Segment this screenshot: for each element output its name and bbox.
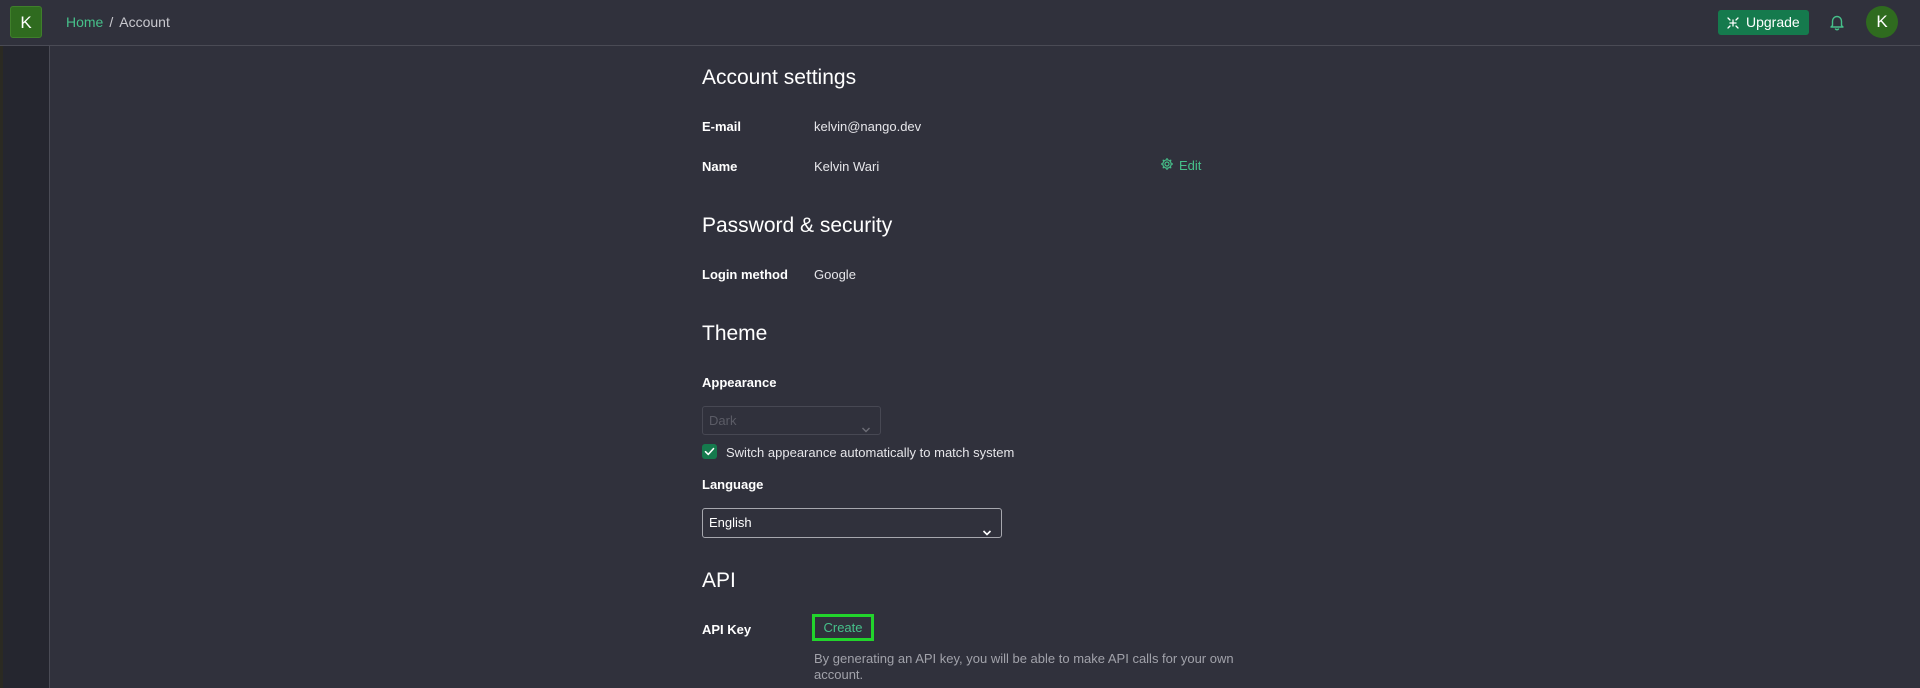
theme-heading: Theme xyxy=(702,322,768,345)
api-key-label: API Key xyxy=(702,622,752,637)
breadcrumb-current: Account xyxy=(119,14,170,30)
language-select-value: English xyxy=(709,515,752,530)
login-method-label: Login method xyxy=(702,267,788,282)
api-heading: API xyxy=(702,569,736,592)
create-api-key-button[interactable]: Create xyxy=(812,614,874,641)
login-method-value: Google xyxy=(814,267,856,282)
appearance-label: Appearance xyxy=(702,375,777,390)
appearance-select-value: Dark xyxy=(709,413,737,428)
language-label: Language xyxy=(702,477,764,492)
email-label: E-mail xyxy=(702,119,742,134)
breadcrumb: Home / Account xyxy=(66,14,170,30)
breadcrumb-separator: / xyxy=(109,14,114,30)
upgrade-label: Upgrade xyxy=(1746,14,1800,30)
auto-appearance-label[interactable]: Switch appearance automatically to match… xyxy=(726,445,1014,460)
chevron-down-icon xyxy=(982,519,992,547)
workspace-logo[interactable]: K xyxy=(10,6,42,38)
password-security-heading: Password & security xyxy=(702,214,893,237)
sparkle-icon xyxy=(1726,16,1740,30)
chevron-down-icon xyxy=(861,416,871,443)
gear-icon xyxy=(1160,157,1174,174)
email-value: kelvin@nango.dev xyxy=(814,119,922,134)
sidebar xyxy=(0,0,50,688)
upgrade-button[interactable]: Upgrade xyxy=(1718,10,1809,35)
bell-icon[interactable] xyxy=(1828,13,1846,31)
language-select[interactable]: English xyxy=(702,508,1002,538)
edit-name-button[interactable]: Edit xyxy=(1160,157,1201,174)
account-settings-heading: Account settings xyxy=(702,66,857,89)
api-key-help-text: By generating an API key, you will be ab… xyxy=(814,651,1234,682)
auto-appearance-checkbox[interactable] xyxy=(702,444,717,459)
name-value: Kelvin Wari xyxy=(814,159,880,174)
edit-label: Edit xyxy=(1179,158,1202,173)
name-label: Name xyxy=(702,159,738,174)
breadcrumb-home-link[interactable]: Home xyxy=(66,14,103,30)
user-avatar[interactable]: K xyxy=(1866,6,1898,38)
appearance-select: Dark xyxy=(702,406,881,435)
top-bar: K Home / Account Upgrade K xyxy=(0,0,1920,46)
